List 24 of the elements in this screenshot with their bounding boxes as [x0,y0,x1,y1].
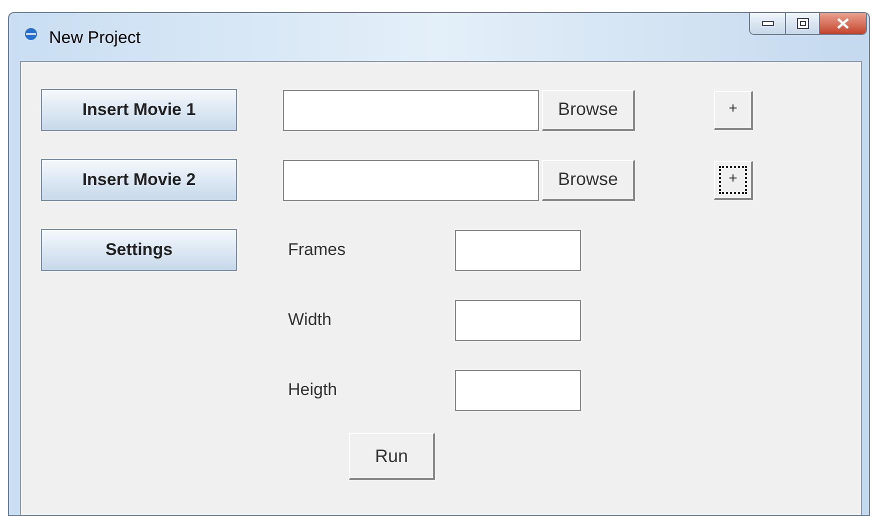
path-field[interactable] [283,160,539,200]
add-button[interactable]: + [714,160,753,200]
browse-button[interactable]: Browse [542,160,635,200]
number-field[interactable] [455,300,581,340]
maximize-icon [796,18,808,29]
app-icon [23,26,39,42]
minimize-button[interactable] [750,13,786,34]
window-title: New Project [49,27,141,49]
path-field[interactable] [283,90,539,130]
field-label: Heigth [288,379,338,402]
run-button[interactable]: Run [349,433,435,480]
settings-button[interactable]: Settings [41,229,237,271]
number-field[interactable] [455,370,581,410]
add-button[interactable]: + [714,90,753,130]
minimize-icon [762,21,774,26]
insert-movie-button[interactable]: Insert Movie 1 [41,89,237,131]
close-button[interactable] [820,13,866,34]
maximize-button[interactable] [786,13,820,34]
browse-button[interactable]: Browse [542,90,635,130]
number-field[interactable] [455,230,581,270]
insert-movie-button[interactable]: Insert Movie 2 [41,159,237,201]
field-label: Width [288,309,332,332]
close-icon [837,18,849,29]
field-label: Frames [288,239,347,262]
